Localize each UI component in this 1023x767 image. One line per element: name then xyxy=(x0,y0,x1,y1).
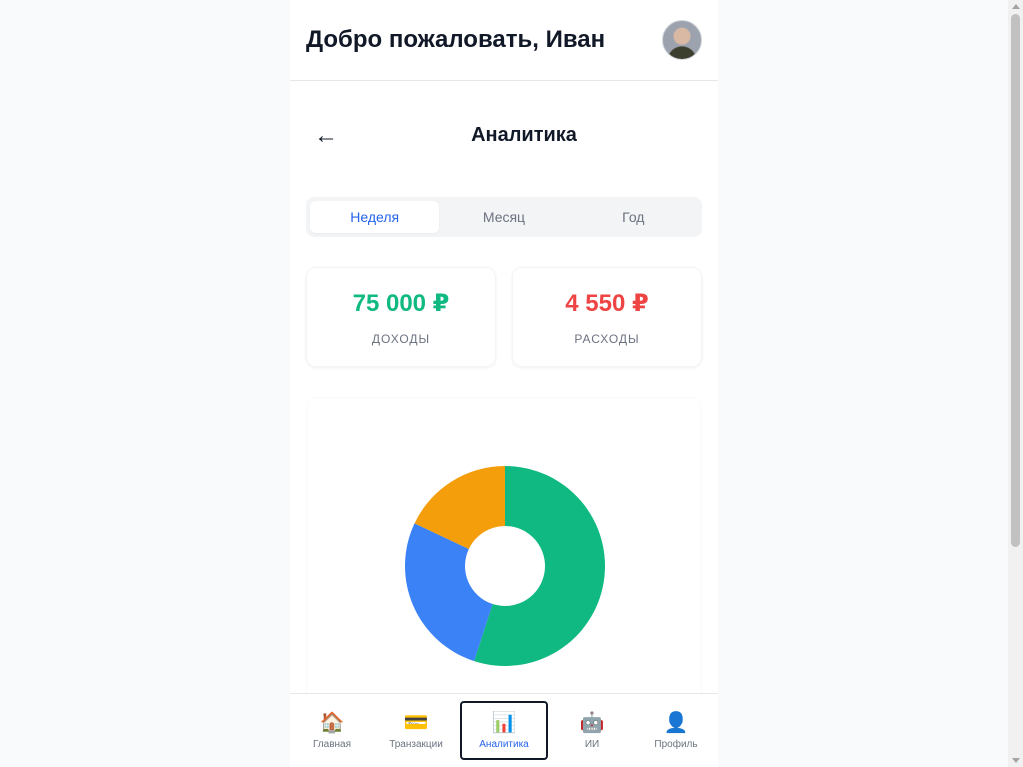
expense-label: РАСХОДЫ xyxy=(574,331,640,346)
tab-week[interactable]: Неделя xyxy=(310,201,440,233)
nav-item-transactions[interactable]: 💳 Транзакции xyxy=(374,701,458,760)
nav-item-home[interactable]: 🏠 Главная xyxy=(290,701,374,760)
top-header: Добро пожаловать, Иван xyxy=(290,0,718,81)
nav-label-analytics: Аналитика xyxy=(479,739,529,750)
nav-label-ai: ИИ xyxy=(584,739,600,750)
nav-item-profile[interactable]: 👤 Профиль xyxy=(634,701,718,760)
tab-month[interactable]: Месяц xyxy=(439,201,568,233)
credit-card-icon: 💳 xyxy=(403,712,429,734)
income-card: 75 000 ₽ ДОХОДЫ xyxy=(306,267,496,367)
scroll-down-arrow-icon[interactable] xyxy=(1012,758,1020,763)
robot-icon: 🤖 xyxy=(579,712,605,734)
nav-item-ai[interactable]: 🤖 ИИ xyxy=(550,701,634,760)
summary-stats: 75 000 ₽ ДОХОДЫ 4 550 ₽ РАСХОДЫ xyxy=(306,267,702,367)
nav-label-profile: Профиль xyxy=(654,739,698,750)
screen-header: ← Аналитика xyxy=(290,81,718,189)
income-label: ДОХОДЫ xyxy=(371,331,431,346)
nav-label-home: Главная xyxy=(312,739,352,750)
donut-chart xyxy=(405,466,605,666)
donut-slice-2[interactable] xyxy=(405,523,493,662)
avatar[interactable] xyxy=(662,20,702,60)
scroll-up-arrow-icon[interactable] xyxy=(1012,4,1020,9)
bar-chart-icon: 📊 xyxy=(491,712,517,734)
nav-item-analytics[interactable]: 📊 Аналитика xyxy=(460,701,548,760)
income-value: 75 000 ₽ xyxy=(352,289,450,317)
donut-chart-card xyxy=(306,397,702,727)
expense-card: 4 550 ₽ РАСХОДЫ xyxy=(512,267,702,367)
tab-year[interactable]: Год xyxy=(569,201,698,233)
expense-value: 4 550 ₽ xyxy=(565,289,649,317)
app-frame: Добро пожаловать, Иван ← Аналитика Недел… xyxy=(290,0,718,767)
home-icon: 🏠 xyxy=(319,712,345,734)
greeting-title: Добро пожаловать, Иван xyxy=(306,26,606,53)
page-title: Аналитика xyxy=(471,124,577,146)
profile-icon: 👤 xyxy=(663,712,689,734)
period-tabs: Неделя Месяц Год xyxy=(306,197,702,237)
scrollbar-thumb[interactable] xyxy=(1011,14,1020,547)
nav-label-transactions: Транзакции xyxy=(389,739,443,750)
page-scrollbar[interactable] xyxy=(1008,0,1023,767)
bottom-nav: 🏠 Главная 💳 Транзакции 📊 Аналитика 🤖 ИИ … xyxy=(290,693,718,767)
